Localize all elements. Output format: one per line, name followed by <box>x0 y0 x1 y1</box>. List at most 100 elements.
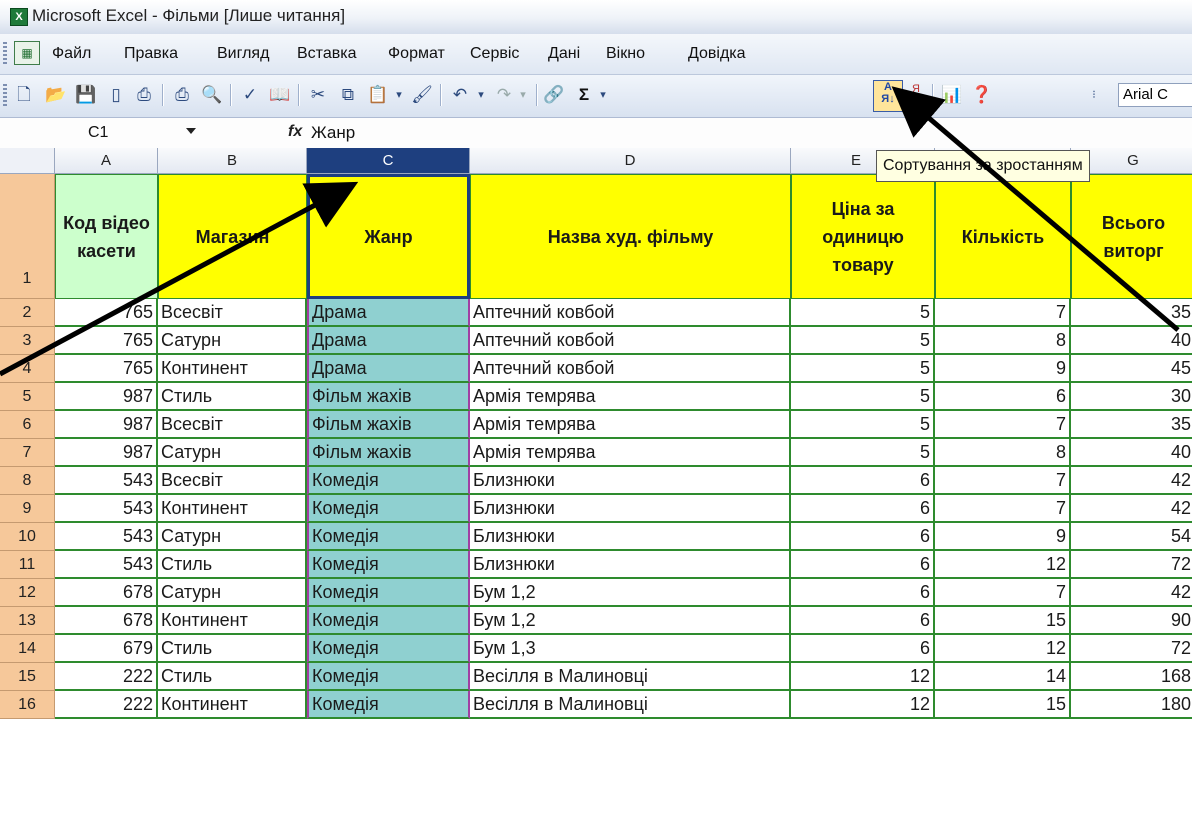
cell-quantity[interactable]: 7 <box>935 299 1071 327</box>
menu-view[interactable]: Вигляд <box>217 45 269 63</box>
formula-input[interactable]: Жанр <box>311 123 355 143</box>
cell-total[interactable]: 40 <box>1071 439 1192 467</box>
cell-shop[interactable]: Континент <box>158 691 307 719</box>
cell-total[interactable]: 90 <box>1071 607 1192 635</box>
cell-code[interactable]: 678 <box>55 607 158 635</box>
cell-code[interactable]: 765 <box>55 299 158 327</box>
menu-grip-handle[interactable] <box>3 42 7 64</box>
cell-price[interactable]: 5 <box>791 299 935 327</box>
header-cell-total[interactable]: Всього виторг <box>1071 174 1192 299</box>
cell-shop[interactable]: Всесвіт <box>158 411 307 439</box>
undo-icon[interactable]: ↶ <box>448 83 472 107</box>
menu-edit[interactable]: Правка <box>124 45 178 63</box>
cell-genre[interactable]: Фільм жахів <box>307 411 470 439</box>
insert-function-icon[interactable]: fx <box>288 123 302 141</box>
cell-code[interactable]: 987 <box>55 383 158 411</box>
cell-genre[interactable]: Фільм жахів <box>307 439 470 467</box>
cell-code[interactable]: 222 <box>55 691 158 719</box>
cell-genre[interactable]: Комедія <box>307 523 470 551</box>
cell-quantity[interactable]: 15 <box>935 607 1071 635</box>
cell-quantity[interactable]: 14 <box>935 663 1071 691</box>
research-icon[interactable]: 📖 <box>268 83 292 107</box>
cell-price[interactable]: 5 <box>791 327 935 355</box>
cell-price[interactable]: 5 <box>791 355 935 383</box>
cell-price[interactable]: 6 <box>791 467 935 495</box>
row-header[interactable]: 12 <box>0 579 55 607</box>
cell-price[interactable]: 5 <box>791 383 935 411</box>
column-header-d[interactable]: D <box>470 148 791 174</box>
row-header[interactable]: 5 <box>0 383 55 411</box>
cell-film-title[interactable]: Армія темрява <box>470 383 791 411</box>
cell-film-title[interactable]: Близнюки <box>470 551 791 579</box>
cell-genre[interactable]: Фільм жахів <box>307 383 470 411</box>
paste-dropdown-icon[interactable]: ▾ <box>392 83 406 107</box>
cell-total[interactable]: 45 <box>1071 355 1192 383</box>
menu-insert[interactable]: Вставка <box>297 45 356 63</box>
cell-genre[interactable]: Комедія <box>307 467 470 495</box>
cell-quantity[interactable]: 8 <box>935 327 1071 355</box>
menu-tools[interactable]: Сервіс <box>470 45 519 63</box>
worksheet-grid[interactable]: A B C D E F G 1 Код відео касети Магазин… <box>0 148 1192 823</box>
cell-genre[interactable]: Драма <box>307 327 470 355</box>
row-header[interactable]: 3 <box>0 327 55 355</box>
cell-code[interactable]: 765 <box>55 327 158 355</box>
cell-price[interactable]: 6 <box>791 607 935 635</box>
print-preview-icon[interactable]: ⎙ <box>170 83 194 107</box>
cell-total[interactable]: 42 <box>1071 579 1192 607</box>
cell-film-title[interactable]: Армія темрява <box>470 411 791 439</box>
cell-genre[interactable]: Драма <box>307 299 470 327</box>
select-all-corner[interactable] <box>0 148 55 174</box>
header-cell-shop[interactable]: Магазин <box>158 174 307 299</box>
cell-code[interactable]: 543 <box>55 551 158 579</box>
column-header-b[interactable]: B <box>158 148 307 174</box>
cell-quantity[interactable]: 9 <box>935 355 1071 383</box>
cell-quantity[interactable]: 15 <box>935 691 1071 719</box>
copy-icon[interactable]: ⧉ <box>336 83 360 107</box>
spelling-icon[interactable]: ✓ <box>238 83 262 107</box>
cell-total[interactable]: 72 <box>1071 635 1192 663</box>
cell-code[interactable]: 678 <box>55 579 158 607</box>
cell-shop[interactable]: Стиль <box>158 551 307 579</box>
header-cell-title[interactable]: Назва худ. фільму <box>470 174 791 299</box>
cell-genre[interactable]: Комедія <box>307 691 470 719</box>
cell-film-title[interactable]: Аптечний ковбой <box>470 299 791 327</box>
cell-quantity[interactable]: 12 <box>935 635 1071 663</box>
autosum-dropdown-icon[interactable]: ▾ <box>596 83 610 107</box>
cell-genre[interactable]: Комедія <box>307 663 470 691</box>
cell-quantity[interactable]: 9 <box>935 523 1071 551</box>
row-header[interactable]: 2 <box>0 299 55 327</box>
cell-film-title[interactable]: Близнюки <box>470 523 791 551</box>
cell-quantity[interactable]: 6 <box>935 383 1071 411</box>
cell-genre[interactable]: Комедія <box>307 635 470 663</box>
cell-code[interactable]: 543 <box>55 523 158 551</box>
cell-shop[interactable]: Стиль <box>158 663 307 691</box>
row-header[interactable]: 14 <box>0 635 55 663</box>
cell-shop[interactable]: Континент <box>158 495 307 523</box>
sort-descending-icon[interactable]: Я А↓ <box>904 83 928 107</box>
cell-code[interactable]: 222 <box>55 663 158 691</box>
undo-dropdown-icon[interactable]: ▾ <box>474 83 488 107</box>
cell-code[interactable]: 987 <box>55 439 158 467</box>
paste-icon[interactable]: 📋 <box>366 83 390 107</box>
cell-total[interactable]: 35 <box>1071 411 1192 439</box>
menu-file[interactable]: Файл <box>52 45 91 63</box>
sort-ascending-icon[interactable]: А Я↓ <box>873 80 903 112</box>
redo-dropdown-icon[interactable]: ▾ <box>516 83 530 107</box>
cell-genre[interactable]: Комедія <box>307 579 470 607</box>
header-cell-price[interactable]: Ціна за одиницю товару <box>791 174 935 299</box>
autosum-icon[interactable]: Σ <box>572 83 596 107</box>
cell-film-title[interactable]: Весілля в Малиновці <box>470 663 791 691</box>
header-cell-genre[interactable]: Жанр <box>307 174 470 299</box>
cell-shop[interactable]: Стиль <box>158 383 307 411</box>
cell-price[interactable]: 5 <box>791 411 935 439</box>
font-name-field[interactable]: Arial C <box>1118 83 1192 107</box>
cell-shop[interactable]: Сатурн <box>158 327 307 355</box>
permission-icon[interactable]: ▯ <box>104 83 128 107</box>
chart-wizard-icon[interactable]: 📊 <box>940 83 964 107</box>
row-header[interactable]: 7 <box>0 439 55 467</box>
row-header[interactable]: 1 <box>0 174 55 299</box>
cell-shop[interactable]: Континент <box>158 607 307 635</box>
cell-total[interactable]: 42 <box>1071 467 1192 495</box>
menu-data[interactable]: Дані <box>548 45 580 63</box>
cell-genre[interactable]: Комедія <box>307 607 470 635</box>
